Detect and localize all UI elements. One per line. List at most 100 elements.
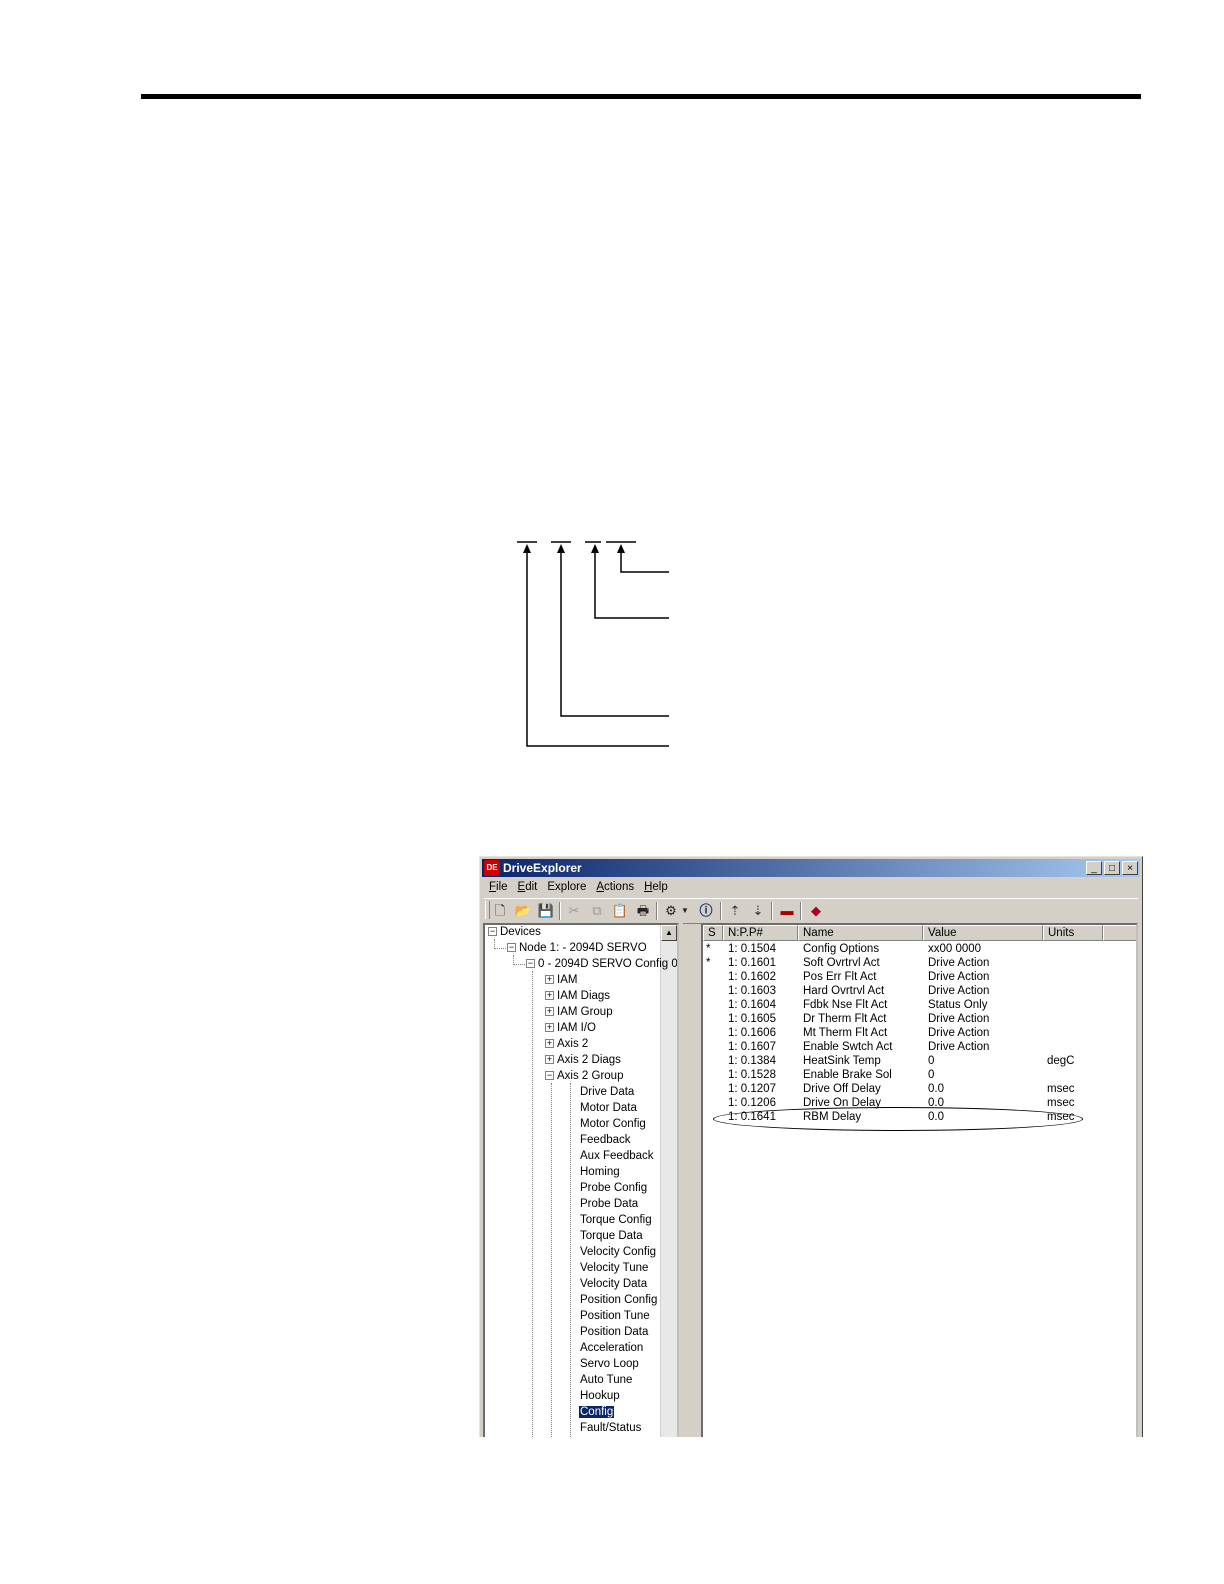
minimize-button[interactable]: _ — [1086, 861, 1102, 875]
tree-item-servo-loop[interactable]: Servo Loop — [580, 1357, 639, 1372]
column-header-npp[interactable]: N:P.P# — [723, 925, 798, 941]
tree-item-drive-data[interactable]: Drive Data — [580, 1085, 634, 1100]
tree-item-group[interactable]: + IAM Group — [545, 1005, 613, 1020]
collapse-icon[interactable]: − — [526, 959, 535, 969]
expand-icon[interactable]: + — [545, 1055, 554, 1065]
tree-item-probe-data[interactable]: Probe Data — [580, 1197, 638, 1212]
open-folder-icon[interactable]: 📂 — [513, 901, 533, 921]
tree-item-position-tune[interactable]: Position Tune — [580, 1309, 650, 1324]
upload-icon[interactable]: ⇡ — [725, 901, 745, 921]
close-button[interactable]: × — [1122, 861, 1138, 875]
cell-value[interactable]: Drive Action — [928, 956, 989, 970]
tree-scrollbar[interactable]: ▲ — [660, 925, 677, 1437]
table-row[interactable]: 1: 0.1602 Pos Err Flt Act Drive Action — [703, 970, 1136, 984]
tree-item-motor-data[interactable]: Motor Data — [580, 1101, 637, 1116]
paste-icon[interactable]: 📋 — [610, 901, 630, 921]
tree-item-position-config[interactable]: Position Config — [580, 1293, 657, 1308]
tree-item-velocity-data[interactable]: Velocity Data — [580, 1277, 647, 1292]
table-row[interactable]: 1: 0.1207 Drive Off Delay 0.0 msec — [703, 1082, 1136, 1096]
column-header-name[interactable]: Name — [798, 925, 923, 941]
tree-item-torque-data[interactable]: Torque Data — [580, 1229, 643, 1244]
maximize-button[interactable]: □ — [1104, 861, 1120, 875]
compare-icon[interactable]: ▬ — [777, 901, 797, 921]
column-header-s[interactable]: S — [703, 925, 723, 941]
save-icon[interactable]: 💾 — [536, 901, 556, 921]
cell-value[interactable]: Drive Action — [928, 1026, 989, 1040]
menu-help[interactable]: Help — [639, 879, 673, 897]
expand-icon[interactable]: + — [545, 1039, 554, 1049]
table-row[interactable]: 1: 0.1528 Enable Brake Sol 0 — [703, 1068, 1136, 1082]
collapse-icon[interactable]: − — [488, 927, 497, 937]
table-row[interactable]: * 1: 0.1504 Config Options xx00 0000 — [703, 942, 1136, 956]
cell-value[interactable]: Status Only — [928, 998, 987, 1012]
expand-icon[interactable]: + — [545, 1007, 554, 1017]
expand-icon[interactable]: + — [545, 975, 554, 985]
cut-icon[interactable]: ✂ — [564, 901, 584, 921]
column-header-value[interactable]: Value — [923, 925, 1043, 941]
table-row[interactable]: 1: 0.1604 Fdbk Nse Flt Act Status Only — [703, 998, 1136, 1012]
cell-value[interactable]: 0 — [928, 1054, 934, 1068]
tree-item-velocity-tune[interactable]: Velocity Tune — [580, 1261, 648, 1276]
info-icon[interactable]: ⓘ — [696, 901, 716, 921]
cell-value[interactable]: xx00 0000 — [928, 942, 981, 956]
tree-item-group[interactable]: + IAM Diags — [545, 989, 610, 1004]
menu-edit[interactable]: Edit — [513, 879, 543, 897]
tree-item-node[interactable]: − Node 1: - 2094D SERVO — [507, 941, 647, 956]
cell-value[interactable]: Drive Action — [928, 970, 989, 984]
cell-value[interactable]: 0.0 — [928, 1082, 944, 1096]
tree-item-devices[interactable]: − Devices — [488, 925, 541, 940]
table-row[interactable]: 1: 0.1606 Mt Therm Flt Act Drive Action — [703, 1026, 1136, 1040]
tree-item-fault-status[interactable]: Fault/Status — [580, 1421, 641, 1436]
tree-item-group[interactable]: + IAM — [545, 973, 577, 988]
highlight-ellipse — [713, 1107, 1083, 1131]
column-header-units[interactable]: Units — [1043, 925, 1103, 941]
tree-item-velocity-config[interactable]: Velocity Config — [580, 1245, 656, 1260]
table-row[interactable]: * 1: 0.1601 Soft Ovrtrvl Act Drive Action — [703, 956, 1136, 970]
tree-item-homing[interactable]: Homing — [580, 1165, 620, 1180]
tree-item-axis2-group[interactable]: − Axis 2 Group — [545, 1069, 623, 1084]
cell-value[interactable]: Drive Action — [928, 984, 989, 998]
help-book-icon[interactable]: ◆ — [806, 901, 826, 921]
table-row[interactable]: 1: 0.1603 Hard Ovrtrvl Act Drive Action — [703, 984, 1136, 998]
tree-item-feedback[interactable]: Feedback — [580, 1133, 631, 1148]
tree-item-torque-config[interactable]: Torque Config — [580, 1213, 652, 1228]
table-row[interactable]: 1: 0.1605 Dr Therm Flt Act Drive Action — [703, 1012, 1136, 1026]
tree-item-group[interactable]: + IAM I/O — [545, 1021, 596, 1036]
expand-icon[interactable]: + — [545, 991, 554, 1001]
tree-item-acceleration[interactable]: Acceleration — [580, 1341, 643, 1356]
new-file-icon[interactable]: 🗋 — [490, 901, 510, 921]
pane-splitter[interactable] — [679, 923, 683, 1437]
device-tree[interactable]: ▲ − Devices − Node 1: - 2094D SERVO −0 - 2… — [483, 923, 679, 1437]
collapse-icon[interactable]: − — [507, 943, 516, 953]
cell-value[interactable]: Drive Action — [928, 1040, 989, 1054]
tree-item-group[interactable]: + Axis 2 Diags — [545, 1053, 621, 1068]
cell-value[interactable]: 0 — [928, 1068, 934, 1082]
arrowhead-3 — [557, 544, 565, 553]
tree-item-group[interactable]: + Axis 2 — [545, 1037, 588, 1052]
download-icon[interactable]: ⇣ — [748, 901, 768, 921]
cell-units: msec — [1047, 1097, 1075, 1109]
tree-item-config-selected[interactable]: Config — [579, 1405, 615, 1420]
menu-actions[interactable]: Actions — [591, 879, 639, 897]
tree-item-position-data[interactable]: Position Data — [580, 1325, 648, 1340]
expand-icon[interactable]: + — [545, 1023, 554, 1033]
scroll-up-arrow-icon[interactable]: ▲ — [661, 925, 677, 941]
table-row[interactable]: 1: 0.1607 Enable Swtch Act Drive Action — [703, 1040, 1136, 1054]
menu-explore[interactable]: Explore — [542, 879, 591, 897]
tree-item-aux-feedback[interactable]: Aux Feedback — [580, 1149, 654, 1164]
copy-icon[interactable]: ⧉ — [587, 901, 607, 921]
dropdown-arrow-icon[interactable]: ▼ — [679, 901, 691, 921]
cell-value[interactable]: Drive Action — [928, 1012, 989, 1026]
print-icon[interactable]: 🖶 — [633, 901, 653, 921]
tree-item-auto-tune[interactable]: Auto Tune — [580, 1373, 632, 1388]
title-bar[interactable]: DE DriveExplorer _ □ × — [482, 859, 1140, 877]
table-row[interactable]: 1: 0.1384 HeatSink Temp 0 degC — [703, 1054, 1136, 1068]
tree-item-motor-config[interactable]: Motor Config — [580, 1117, 646, 1132]
tree-item-probe-config[interactable]: Probe Config — [580, 1181, 647, 1196]
connect-icon[interactable]: ⚙ — [661, 901, 681, 921]
collapse-icon[interactable]: − — [545, 1071, 554, 1081]
menu-file[interactable]: File — [484, 879, 513, 897]
tree-item-hookup[interactable]: Hookup — [580, 1389, 620, 1404]
cell-npp: 1: 0.1207 — [728, 1083, 776, 1095]
tree-item-config-file[interactable]: −0 - 2094D SERVO Config 000 — [526, 957, 677, 972]
